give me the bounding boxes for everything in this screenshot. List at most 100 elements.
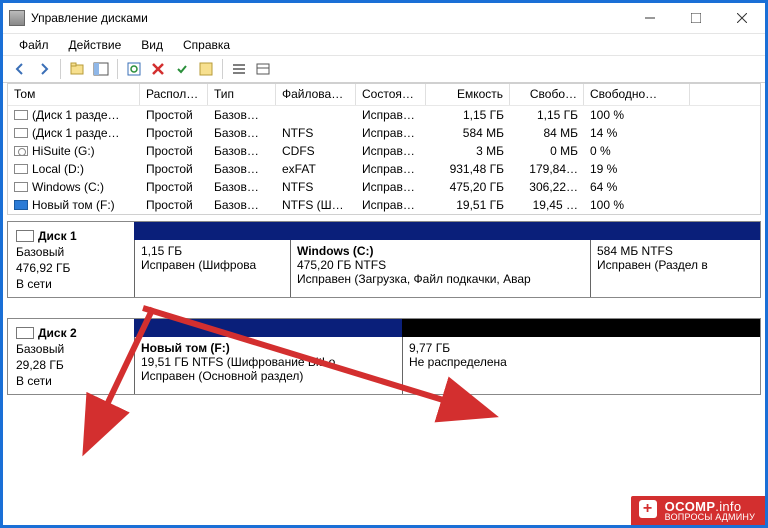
table-cell: 19,45 … [510,197,584,213]
table-cell: 584 МБ [426,125,510,141]
table-cell: Исправ… [356,197,426,213]
table-cell: 19 % [584,161,690,177]
menu-action[interactable]: Действие [59,36,132,54]
table-cell: (Диск 1 разде… [8,107,140,123]
toolbar-separator [222,59,223,79]
table-cell: Windows (C:) [8,179,140,195]
table-cell: Исправ… [356,179,426,195]
table-cell: Исправ… [356,125,426,141]
volume-name: (Диск 1 разде… [32,126,120,140]
disk-row-2[interactable]: Диск 2 Базовый 29,28 ГБ В сети Новый том… [7,318,761,395]
table-cell: 0 МБ [510,143,584,159]
col-free[interactable]: Свобо… [510,84,584,105]
table-cell: Базов… [208,179,276,195]
table-cell: Простой [140,143,208,159]
up-icon[interactable] [66,58,88,80]
toolbar [3,55,765,83]
table-cell: exFAT [276,161,356,177]
disk2-status: В сети [16,374,126,388]
table-cell: Простой [140,197,208,213]
minimize-button[interactable] [627,3,673,33]
volume-icon [14,164,28,174]
partition-status: Исправен (Основной раздел) [141,369,396,383]
list-icon[interactable] [228,58,250,80]
table-cell [276,114,356,116]
close-button[interactable] [719,3,765,33]
forward-icon[interactable] [33,58,55,80]
table-cell: Базов… [208,197,276,213]
back-icon[interactable] [9,58,31,80]
table-cell: NTFS [276,125,356,141]
table-cell: NTFS [276,179,356,195]
table-header: Том Распол… Тип Файлова… Состоя… Емкость… [8,84,760,106]
table-row[interactable]: Новый том (F:)ПростойБазов…NTFS (Ш…Испра… [8,196,760,214]
watermark: OCOMP.info ВОПРОСЫ АДМИНУ [631,496,765,525]
table-cell: Local (D:) [8,161,140,177]
table-row[interactable]: Windows (C:) ПростойБазов…NTFSИсправ…475,… [8,178,760,196]
table-row[interactable]: (Диск 1 разде…ПростойБазов…NTFSИсправ…58… [8,124,760,142]
menubar: Файл Действие Вид Справка [3,33,765,55]
table-cell: CDFS [276,143,356,159]
table-cell: 14 % [584,125,690,141]
col-capacity[interactable]: Емкость [426,84,510,105]
volume-icon [14,200,28,210]
disk2-header-black [402,319,760,337]
disk1-size: 476,92 ГБ [16,261,126,275]
app-icon [9,10,25,26]
table-cell: Исправ… [356,161,426,177]
col-volume[interactable]: Том [8,84,140,105]
col-layout[interactable]: Распол… [140,84,208,105]
volume-icon [14,182,28,192]
table-cell: 64 % [584,179,690,195]
partition-size: 584 МБ NTFS [597,244,742,258]
volume-icon [14,110,28,120]
delete-icon[interactable] [147,58,169,80]
disk1-header [134,222,760,240]
partition-status: Исправен (Раздел в [597,258,742,272]
disk1-partitions: 1,15 ГБИсправен (ШифроваWindows (C:)475,… [134,222,760,297]
show-pane-icon[interactable] [90,58,112,80]
table-cell: 100 % [584,107,690,123]
volume-name: Local (D:) [32,162,84,176]
partition[interactable]: 1,15 ГБИсправен (Шифрова [134,240,290,297]
table-cell: 475,20 ГБ [426,179,510,195]
partition-size: 19,51 ГБ NTFS (Шифрование BitLo [141,355,396,369]
table-cell: Базов… [208,143,276,159]
disk2-meta: Диск 2 Базовый 29,28 ГБ В сети [8,319,134,394]
disk2-name: Диск 2 [38,326,77,340]
table-row[interactable]: Local (D:)ПростойБазов…exFATИсправ…931,4… [8,160,760,178]
table-cell: HiSuite (G:) [8,143,140,159]
properties-icon[interactable] [195,58,217,80]
maximize-button[interactable] [673,3,719,33]
col-freepct[interactable]: Свободно… [584,84,690,105]
table-cell: Простой [140,179,208,195]
menu-help[interactable]: Справка [173,36,240,54]
save-icon[interactable] [171,58,193,80]
volume-name: Windows (C:) [32,180,104,194]
table-cell: NTFS (Ш… [276,197,356,213]
table-row[interactable]: (Диск 1 разде…ПростойБазов…Исправ…1,15 Г… [8,106,760,124]
col-type[interactable]: Тип [208,84,276,105]
details-icon[interactable] [252,58,274,80]
window: Управление дисками Файл Действие Вид Спр… [0,0,768,528]
menu-file[interactable]: Файл [9,36,59,54]
partition[interactable]: 584 МБ NTFSИсправен (Раздел в [590,240,748,297]
menu-view[interactable]: Вид [131,36,173,54]
col-status[interactable]: Состоя… [356,84,426,105]
col-fs[interactable]: Файлова… [276,84,356,105]
partition[interactable]: 9,77 ГБНе распределена [402,337,612,394]
partition[interactable]: Новый том (F:)19,51 ГБ NTFS (Шифрование … [134,337,402,394]
titlebar: Управление дисками [3,3,765,33]
partition-name: Windows (C:) [297,244,584,258]
table-body: (Диск 1 разде…ПростойБазов…Исправ…1,15 Г… [8,106,760,214]
disk-map: Диск 1 Базовый 476,92 ГБ В сети 1,15 ГБИ… [7,221,761,395]
partition-size: 1,15 ГБ [141,244,284,258]
volume-name: HiSuite (G:) [32,144,95,158]
partition-status: Исправен (Загрузка, Файл подкачки, Авар [297,272,584,286]
table-cell: 84 МБ [510,125,584,141]
table-row[interactable]: HiSuite (G:)ПростойБазов…CDFSИсправ…3 МБ… [8,142,760,160]
partition[interactable]: Windows (C:)475,20 ГБ NTFSИсправен (Загр… [290,240,590,297]
disk1-meta: Диск 1 Базовый 476,92 ГБ В сети [8,222,134,297]
refresh-icon[interactable] [123,58,145,80]
disk-row-1[interactable]: Диск 1 Базовый 476,92 ГБ В сети 1,15 ГБИ… [7,221,761,298]
